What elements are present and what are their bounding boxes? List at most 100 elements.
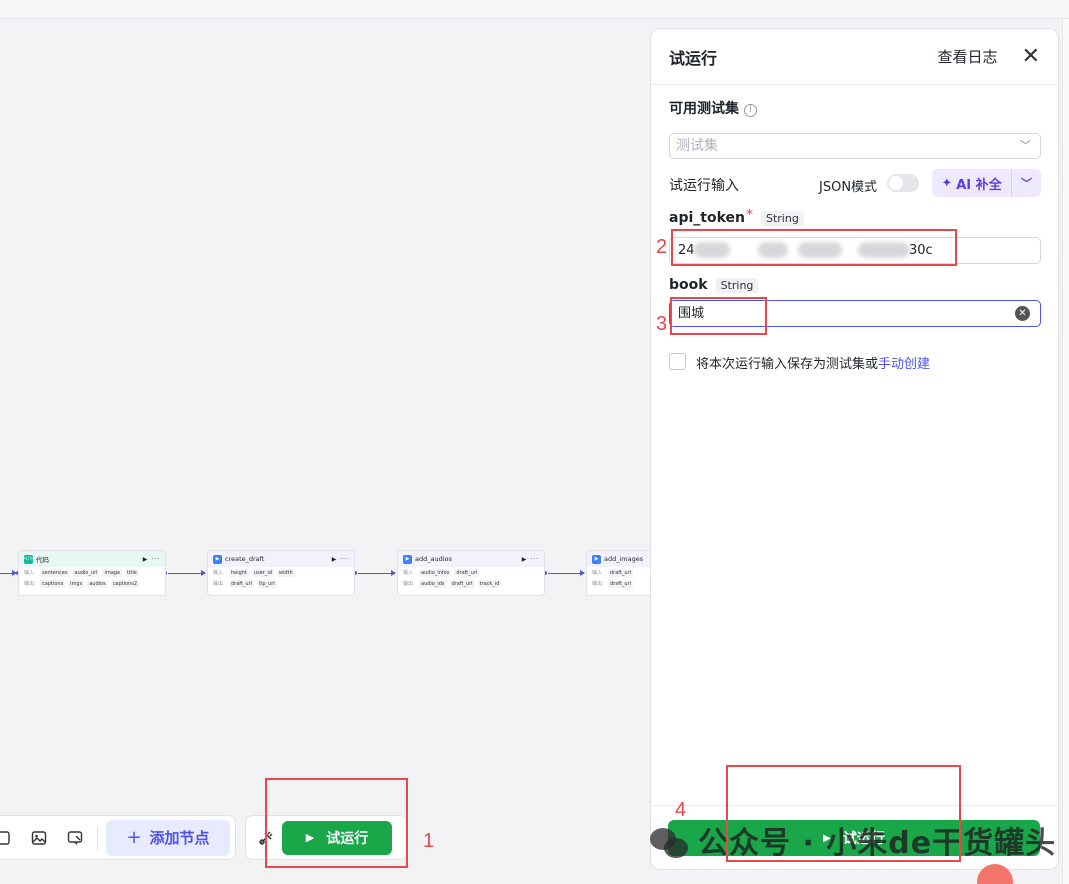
node-output-label: 输出 <box>213 581 224 587</box>
node-run-icon[interactable]: ▶ ··· <box>522 556 539 563</box>
node-param-tag: draft_url <box>608 568 634 577</box>
node-input-label: 输入 <box>403 570 414 576</box>
plugin-icon: ▶ <box>403 554 412 564</box>
clear-icon[interactable]: ✕ <box>1015 306 1030 321</box>
annotation-number: 4 <box>675 799 687 821</box>
edge-connector <box>0 570 17 576</box>
node-param-tag: imgs <box>68 579 85 588</box>
node-title: 代码 <box>36 556 49 564</box>
workflow-node-add-audios[interactable]: ▶ add_audios ▶ ··· 输入 audio_infos draft_… <box>397 550 545 596</box>
top-bar <box>0 0 1069 19</box>
toolbar-divider <box>97 825 98 850</box>
image-icon[interactable] <box>29 828 49 848</box>
api-token-label: api_token * String <box>669 207 804 226</box>
edge-connector <box>358 570 396 576</box>
node-output-label: 输出 <box>592 581 603 587</box>
comment-icon[interactable] <box>65 828 85 848</box>
ai-fill-main[interactable]: ✦ AI 补全 <box>932 169 1012 197</box>
node-param-tag: image <box>102 568 123 577</box>
node-param-tag: captions2 <box>110 579 140 588</box>
view-logs-button[interactable]: 查看日志 <box>938 46 998 67</box>
run-input-label: 试运行输入 <box>669 178 739 194</box>
node-output-label: 输出 <box>403 581 414 587</box>
node-title: create_draft <box>225 555 265 563</box>
workflow-node-code[interactable]: </> 代码 ▶ ··· 输入 sentences audio_url imag… <box>18 550 166 596</box>
required-mark: * <box>745 207 753 223</box>
node-param-tag: draft_url <box>229 579 255 588</box>
node-param-tag: user_id <box>251 568 274 577</box>
node-param-tag: audio_ids <box>419 579 447 588</box>
add-node-label: 添加节点 <box>149 829 210 847</box>
node-input-row: 输入 sentences audio_url image title <box>19 567 165 578</box>
node-param-tag: tip_url <box>257 579 277 588</box>
type-tag: String <box>760 210 804 226</box>
scrollbar-track[interactable] <box>1062 19 1069 884</box>
annotation-number: 3 <box>656 313 668 335</box>
panel-header: 试运行 查看日志 ✕ <box>651 29 1058 85</box>
node-input-label: 输入 <box>592 570 603 576</box>
node-param-tag: audios <box>87 579 108 588</box>
testset-placeholder: 测试集 <box>676 138 718 154</box>
annotation-box-3 <box>670 297 767 335</box>
node-param-tag: title <box>125 568 139 577</box>
node-param-tag: track_id <box>477 579 502 588</box>
node-header: ▶ create_draft ▶ ··· <box>208 551 354 567</box>
node-param-tag: draft_url <box>454 568 480 577</box>
node-output-row: 输出 draft_url tip_url <box>208 578 354 589</box>
book-label: book String <box>669 277 759 293</box>
ai-fill-label: AI 补全 <box>956 177 1002 193</box>
plugin-icon: ▶ <box>213 554 222 564</box>
node-input-row: 输入 height user_id width <box>208 567 354 578</box>
node-input-label: 输入 <box>24 570 35 576</box>
node-param-tag: draft_url <box>608 579 634 588</box>
node-param-tag: audio_url <box>72 568 100 577</box>
save-testset-text: 将本次运行输入保存为测试集或手动创建 <box>696 353 930 372</box>
sparkle-icon: ✦ <box>941 175 953 191</box>
node-header: </> 代码 ▶ ··· <box>19 551 165 567</box>
node-param-tag: draft_url <box>449 579 475 588</box>
annotation-number: 1 <box>423 830 435 852</box>
plus-icon: + <box>126 827 142 848</box>
annotation-box-4 <box>726 765 961 862</box>
edge-connector <box>168 570 206 576</box>
node-input-row: 输入 audio_infos draft_url <box>398 567 544 578</box>
annotation-box-1 <box>265 778 408 868</box>
add-node-button[interactable]: + 添加节点 <box>106 819 230 856</box>
chevron-down-icon[interactable]: ﹀ <box>1012 175 1041 191</box>
close-icon[interactable]: ✕ <box>1022 44 1040 69</box>
test-run-panel: 试运行 查看日志 ✕ 可用测试集 i 测试集 ﹀ 试运行输入 JSON模式 ✦ A… <box>650 28 1059 870</box>
node-output-row: 输出 audio_ids draft_url track_id <box>398 578 544 589</box>
layout-icon[interactable] <box>0 828 13 848</box>
info-icon[interactable]: i <box>744 104 757 117</box>
edge-connector <box>548 570 585 576</box>
chevron-down-icon: ﹀ <box>1020 139 1031 152</box>
node-output-row: 输出 captions imgs audios captions2 <box>19 578 165 589</box>
testset-section-label: 可用测试集 i <box>669 98 757 118</box>
field-name: api_token <box>669 210 745 226</box>
node-param-tag: width <box>276 568 295 577</box>
manual-create-link[interactable]: 手动创建 <box>878 357 930 372</box>
node-param-tag: captions <box>40 579 66 588</box>
annotation-box-2 <box>671 229 957 266</box>
type-tag: String <box>715 277 759 293</box>
testset-select[interactable]: 测试集 ﹀ <box>669 133 1041 159</box>
node-input-label: 输入 <box>213 570 224 576</box>
plugin-icon: ▶ <box>592 554 601 564</box>
canvas-toolbar: + 添加节点 <box>0 815 236 860</box>
panel-title: 试运行 <box>669 48 718 68</box>
save-text-label: 将本次运行输入保存为测试集或 <box>696 357 879 372</box>
node-title: add_audios <box>415 555 452 563</box>
node-param-tag: sentences <box>40 568 70 577</box>
node-param-tag: audio_infos <box>419 568 452 577</box>
workflow-node-create-draft[interactable]: ▶ create_draft ▶ ··· 输入 height user_id w… <box>207 550 355 596</box>
annotation-number: 2 <box>656 236 668 258</box>
ai-fill-button[interactable]: ✦ AI 补全 ﹀ <box>932 169 1041 197</box>
save-testset-checkbox[interactable] <box>669 353 686 370</box>
node-run-icon[interactable]: ▶ ··· <box>332 556 349 563</box>
node-header: ▶ add_audios ▶ ··· <box>398 551 544 567</box>
testset-label: 可用测试集 <box>669 101 739 117</box>
json-mode-label: JSON模式 <box>819 180 878 195</box>
json-mode-toggle[interactable] <box>887 174 919 192</box>
node-run-icon[interactable]: ▶ ··· <box>143 556 160 563</box>
node-param-tag: height <box>229 568 249 577</box>
